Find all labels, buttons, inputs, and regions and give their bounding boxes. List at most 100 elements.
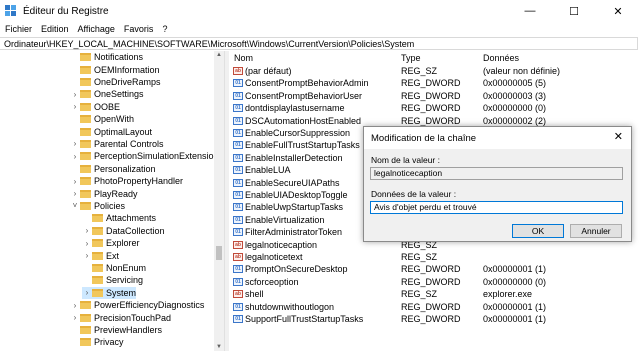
tree-item-label: Policies <box>94 200 126 211</box>
value-row[interactable]: 01 ConsentPromptBehaviorUser REG_DWORD 0x00… <box>229 90 640 102</box>
menu-bar: Fichier Edition Affichage Favoris ? <box>0 22 640 36</box>
tree-item[interactable]: › DataCollection <box>82 225 165 237</box>
chevron-right-icon[interactable]: › <box>82 239 92 248</box>
tree-item[interactable]: › PhotoPropertyHandler <box>70 175 183 187</box>
close-button[interactable]: ✕ <box>596 0 640 22</box>
tree-item[interactable]: Attachments <box>82 212 156 224</box>
folder-icon <box>80 53 91 62</box>
tree-item[interactable]: › Parental Controls <box>70 138 164 150</box>
scroll-down-icon[interactable]: ▼ <box>214 344 224 350</box>
tree-item[interactable]: Personalization <box>70 163 156 175</box>
value-name-field[interactable]: legalnoticecaption <box>370 167 623 180</box>
value-name: PromptOnSecureDesktop <box>245 264 348 275</box>
column-data-header[interactable]: Données <box>483 53 519 63</box>
menu-help[interactable]: ? <box>157 24 171 34</box>
tree-item-label: Personalization <box>94 163 156 174</box>
chevron-right-icon[interactable]: › <box>82 226 92 235</box>
value-row[interactable]: 01 shutdownwithoutlogon REG_DWORD 0x0000000… <box>229 301 640 313</box>
column-type-header[interactable]: Type <box>401 53 421 63</box>
tree-item[interactable]: › PowerEfficiencyDiagnostics <box>70 299 205 311</box>
tree-item[interactable]: › OOBE <box>70 101 120 113</box>
address-bar[interactable]: Ordinateur\HKEY_LOCAL_MACHINE\SOFTWARE\M… <box>0 37 638 50</box>
tree-item[interactable]: OpenWith <box>70 113 134 125</box>
tree-item[interactable]: Notifications <box>70 51 143 63</box>
folder-icon <box>92 251 103 260</box>
tree-item[interactable]: Privacy <box>70 336 124 348</box>
column-name-header[interactable]: Nom <box>234 53 253 63</box>
maximize-button[interactable]: ☐ <box>552 0 596 22</box>
tree-item[interactable]: › PrecisionTouchPad <box>70 311 171 323</box>
value-row[interactable]: ab (par défaut) REG_SZ (valeur non définie) <box>229 65 640 77</box>
chevron-right-icon[interactable]: › <box>70 301 80 310</box>
tree-item[interactable]: › Explorer <box>82 237 140 249</box>
tree-item-label: Servicing <box>106 275 144 286</box>
value-name: legalnoticecaption <box>245 239 318 250</box>
value-name: EnableCursorSuppression <box>245 128 351 138</box>
binary-value-icon: 01 <box>233 265 243 274</box>
folder-icon <box>80 189 91 198</box>
folder-icon <box>80 127 91 136</box>
value-type: REG_DWORD <box>401 78 461 89</box>
scroll-thumb[interactable] <box>216 246 222 260</box>
tree-item[interactable]: › System <box>82 286 137 299</box>
tree-item[interactable]: OneDriveRamps <box>70 76 161 88</box>
chevron-right-icon[interactable]: › <box>70 177 80 186</box>
value-name: EnableLUA <box>245 165 291 176</box>
menu-affichage[interactable]: Affichage <box>73 24 119 34</box>
value-row[interactable]: 01 dontdisplaylastusername REG_DWORD 0x0000… <box>229 102 640 114</box>
tree-item[interactable]: PreviewHandlers <box>70 324 162 336</box>
value-type: REG_DWORD <box>401 90 461 101</box>
value-data-field[interactable]: Avis d'objet perdu et trouvé <box>370 201 623 214</box>
value-row[interactable]: 01 scforceoption REG_DWORD 0x00000000 (0) <box>229 276 640 288</box>
folder-icon <box>80 313 91 322</box>
ok-button[interactable]: OK <box>512 224 564 238</box>
cancel-button[interactable]: Annuler <box>570 224 622 238</box>
tree-item-label: PreviewHandlers <box>94 324 163 335</box>
tree-item[interactable]: OptimalLayout <box>70 125 152 137</box>
chevron-right-icon[interactable]: › <box>82 251 92 260</box>
menu-favoris[interactable]: Favoris <box>119 24 158 34</box>
chevron-right-icon[interactable]: › <box>70 139 80 148</box>
dialog-close-icon[interactable]: ✕ <box>614 130 623 143</box>
tree-item[interactable]: Servicing <box>82 274 143 286</box>
folder-icon <box>80 325 91 334</box>
string-value-icon: ab <box>233 253 243 261</box>
chevron-right-icon[interactable]: › <box>70 152 80 161</box>
value-row[interactable]: 01 SupportFullTrustStartupTasks REG_DWORD 0… <box>229 313 640 325</box>
tree-item[interactable]: › Ext <box>82 249 119 261</box>
value-name: DSCAutomationHostEnabled <box>245 115 362 126</box>
scroll-up-icon[interactable]: ▲ <box>214 52 224 58</box>
value-type: REG_DWORD <box>401 314 461 324</box>
menu-fichier[interactable]: Fichier <box>0 24 36 34</box>
tree-item[interactable]: › PerceptionSimulationExtensions <box>70 150 223 162</box>
minimize-button[interactable]: — <box>508 0 552 22</box>
value-row[interactable]: 01 PromptOnSecureDesktop REG_DWORD 0x000000… <box>229 263 640 275</box>
value-name: EnableInstallerDetection <box>245 152 343 163</box>
tree-item-label: Ext <box>106 250 120 261</box>
chevron-right-icon[interactable]: › <box>70 90 80 99</box>
binary-value-icon: 01 <box>233 302 243 311</box>
tree-scrollbar[interactable]: ▲ ▼ <box>214 51 224 351</box>
tree-item[interactable]: › OneSettings <box>70 88 144 100</box>
value-type: REG_SZ <box>401 289 438 300</box>
chevron-right-icon[interactable]: › <box>70 189 80 198</box>
tree-item[interactable]: › PlayReady <box>70 187 138 199</box>
edit-string-dialog: Modification de la chaîne ✕ Nom de la va… <box>363 126 632 242</box>
chevron-down-icon[interactable]: ˅ <box>70 201 80 210</box>
value-row[interactable]: 01 ConsentPromptBehaviorAdmin REG_DWORD 0x0… <box>229 77 640 89</box>
value-data: 0x00000005 (5) <box>483 78 547 89</box>
folder-icon <box>92 263 103 272</box>
chevron-right-icon[interactable]: › <box>70 313 80 322</box>
string-value-icon: ab <box>233 290 243 299</box>
tree-item[interactable]: OEMInformation <box>70 63 160 75</box>
menu-edition[interactable]: Edition <box>36 24 73 34</box>
value-row[interactable]: ab legalnoticetext REG_SZ <box>229 251 640 263</box>
tree-item-label: PrecisionTouchPad <box>94 312 172 323</box>
value-row[interactable]: ab shell REG_SZ explorer.exe <box>229 288 640 300</box>
tree-item[interactable]: ˅ Policies <box>70 200 125 212</box>
value-name: EnableUIADesktopToggle <box>245 190 348 200</box>
chevron-right-icon[interactable]: › <box>70 102 80 111</box>
tree-item[interactable]: NonEnum <box>82 262 146 274</box>
tree-item-label: PowerEfficiencyDiagnostics <box>94 300 205 311</box>
chevron-right-icon[interactable]: › <box>82 288 92 297</box>
